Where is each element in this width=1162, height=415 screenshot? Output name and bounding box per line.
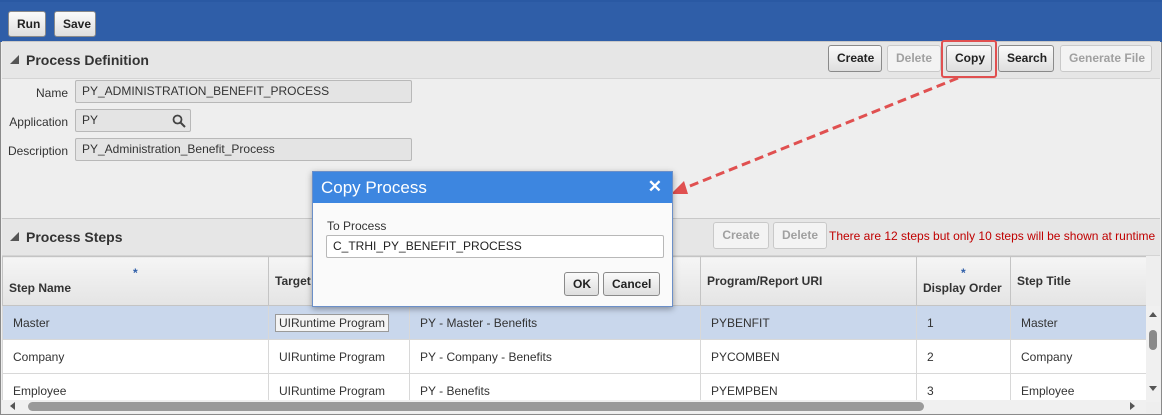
ok-button[interactable]: OK: [564, 272, 599, 296]
copy-process-dialog: Copy Process ✕ To Process C_TRHI_PY_BENE…: [312, 171, 673, 307]
dialog-header: Copy Process ✕: [313, 172, 672, 203]
close-icon[interactable]: ✕: [648, 177, 662, 197]
to-process-label: To Process: [327, 219, 387, 233]
cancel-button[interactable]: Cancel: [603, 272, 660, 296]
dialog-title: Copy Process: [321, 178, 427, 197]
to-process-input[interactable]: C_TRHI_PY_BENEFIT_PROCESS: [326, 235, 664, 258]
